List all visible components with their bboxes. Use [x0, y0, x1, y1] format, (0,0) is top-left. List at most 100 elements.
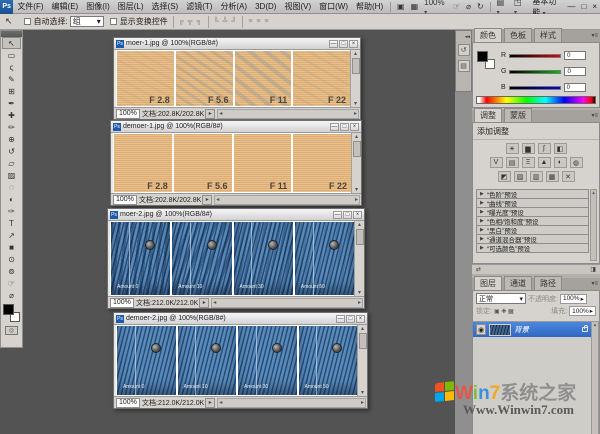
- minimize-button[interactable]: —: [329, 40, 338, 48]
- tab-adjustments[interactable]: 调整: [474, 108, 502, 122]
- layer-thumbnail[interactable]: [489, 324, 511, 336]
- path-select-tool[interactable]: ↗: [2, 229, 21, 241]
- dodge-tool[interactable]: ◐: [2, 193, 21, 205]
- menu-file[interactable]: 文件(F): [13, 1, 47, 12]
- 3d-orbit-tool[interactable]: ⊚: [2, 265, 21, 277]
- status-proxy-button[interactable]: ▸: [202, 195, 212, 205]
- preset-selective-color[interactable]: ▶“可选颜色”预设: [476, 243, 589, 253]
- green-slider[interactable]: [509, 70, 561, 74]
- photo-filter-icon[interactable]: ◐: [554, 157, 567, 168]
- scroll-thumb[interactable]: [353, 141, 361, 157]
- document-window-demoer-2[interactable]: Ps demoer-2.jpg @ 100%(RGB/8#) — □ × Amo…: [113, 312, 368, 409]
- status-proxy-button[interactable]: ▸: [205, 109, 215, 119]
- close-button[interactable]: ×: [353, 211, 362, 219]
- minimize-button[interactable]: —: [336, 315, 345, 323]
- restore-button[interactable]: □: [339, 40, 348, 48]
- black-white-icon[interactable]: ▲: [538, 157, 551, 168]
- history-panel-icon[interactable]: ↺: [458, 44, 470, 56]
- tab-masks[interactable]: 蒙版: [504, 108, 532, 122]
- red-slider[interactable]: [509, 54, 561, 58]
- selective-color-icon[interactable]: ✕: [562, 171, 575, 182]
- panel-menu-icon[interactable]: ▾≡: [591, 112, 598, 119]
- shape-tool[interactable]: ■: [2, 241, 21, 253]
- restore-button[interactable]: □: [340, 123, 349, 131]
- vertical-scrollbar[interactable]: ▴▾: [351, 133, 361, 193]
- foreground-color-swatch[interactable]: [3, 304, 14, 315]
- tab-channels[interactable]: 通道: [504, 276, 532, 290]
- collapsed-panel-icon[interactable]: ▤: [458, 60, 470, 72]
- zoom-percent-field[interactable]: 100%: [113, 195, 137, 205]
- channel-mixer-icon[interactable]: ◍: [570, 157, 583, 168]
- tab-paths[interactable]: 路径: [534, 276, 562, 290]
- tab-swatches[interactable]: 色板: [504, 28, 532, 42]
- move-tool-preset-icon[interactable]: ↖: [0, 16, 18, 27]
- lock-icons[interactable]: ▣ ✚ ▦: [494, 308, 514, 315]
- tab-styles[interactable]: 样式: [534, 28, 562, 42]
- auto-select-checkbox[interactable]: [24, 18, 31, 25]
- switch-panel-icon[interactable]: ⇄: [476, 266, 481, 273]
- brightness-contrast-icon[interactable]: ☀: [506, 143, 519, 154]
- layer-name[interactable]: 背景: [514, 324, 529, 335]
- auto-select-dropdown[interactable]: 组▾: [70, 16, 104, 27]
- vertical-scrollbar[interactable]: ▴▾: [354, 221, 364, 296]
- foreground-color-swatch[interactable]: [477, 51, 488, 62]
- horizontal-scrollbar[interactable]: ◂▸: [217, 398, 366, 408]
- menu-3d[interactable]: 3D(D): [251, 2, 280, 11]
- close-button[interactable]: ×: [589, 2, 600, 11]
- document-window-moer-2[interactable]: Ps moer-2.jpg @ 100%(RGB/8#) — □ × Amoun…: [107, 208, 365, 309]
- horizontal-scrollbar[interactable]: ◂▸: [211, 298, 363, 308]
- gradient-tool[interactable]: ▨: [2, 169, 21, 181]
- gradient-map-icon[interactable]: ▦: [546, 171, 559, 182]
- hue-saturation-icon[interactable]: ▤: [506, 157, 519, 168]
- minimize-button[interactable]: —: [564, 2, 578, 11]
- 3d-rotate-tool[interactable]: ⊙: [2, 253, 21, 265]
- status-proxy-button[interactable]: ▸: [205, 398, 215, 408]
- menu-analysis[interactable]: 分析(A): [216, 1, 251, 12]
- document-window-moer-1[interactable]: Ps moer-1.jpg @ 100%(RGB/8#) — □ × F 2.8…: [113, 37, 361, 120]
- status-proxy-button[interactable]: ▸: [199, 298, 209, 308]
- levels-icon[interactable]: ▆: [522, 143, 535, 154]
- window-title-bar[interactable]: Ps moer-1.jpg @ 100%(RGB/8#) — □ ×: [114, 38, 360, 50]
- zoom-tool-icon[interactable]: ⌀: [463, 2, 474, 11]
- close-button[interactable]: ×: [350, 123, 359, 131]
- hand-tool-icon[interactable]: ☞: [450, 2, 463, 11]
- marquee-tool[interactable]: ▭: [2, 49, 21, 61]
- preset-scrollbar[interactable]: ▴: [590, 189, 597, 261]
- eraser-tool[interactable]: ▱: [2, 157, 21, 169]
- threshold-icon[interactable]: ▥: [530, 171, 543, 182]
- history-brush-tool[interactable]: ↺: [2, 145, 21, 157]
- clone-stamp-tool[interactable]: ⊕: [2, 133, 21, 145]
- window-title-bar[interactable]: Ps demoer-2.jpg @ 100%(RGB/8#) — □ ×: [114, 313, 367, 325]
- panel-menu-icon[interactable]: ▾≡: [591, 280, 598, 287]
- visibility-eye-icon[interactable]: ◉: [476, 324, 486, 335]
- scroll-thumb[interactable]: [356, 229, 364, 245]
- window-title-bar[interactable]: Ps demoer-1.jpg @ 100%(RGB/8#) — □ ×: [111, 121, 361, 133]
- close-button[interactable]: ×: [356, 315, 365, 323]
- blur-tool[interactable]: ◌: [2, 181, 21, 193]
- menu-view[interactable]: 视图(V): [280, 1, 315, 12]
- opacity-field[interactable]: 100%▸: [560, 294, 587, 304]
- panel-menu-icon[interactable]: ▾≡: [591, 32, 598, 39]
- posterize-icon[interactable]: ▧: [514, 171, 527, 182]
- minimize-button[interactable]: —: [333, 211, 342, 219]
- horizontal-scrollbar[interactable]: ◂▸: [217, 109, 359, 119]
- color-balance-icon[interactable]: Ξ: [522, 157, 535, 168]
- fill-field[interactable]: 100%▸: [569, 306, 596, 316]
- pen-tool[interactable]: ✑: [2, 205, 21, 217]
- move-tool[interactable]: ↖: [2, 37, 21, 49]
- quick-select-tool[interactable]: ✎: [2, 73, 21, 85]
- eyedropper-tool[interactable]: ✒: [2, 97, 21, 109]
- zoom-percent-field[interactable]: 100%: [110, 298, 134, 308]
- rotate-view-icon[interactable]: ↻: [474, 2, 487, 11]
- blue-slider[interactable]: [509, 86, 561, 90]
- restore-button[interactable]: □: [346, 315, 355, 323]
- expanded-view-icon[interactable]: ◨: [590, 266, 596, 273]
- blend-mode-dropdown[interactable]: 正常▾: [476, 293, 526, 304]
- vertical-scrollbar[interactable]: ▴▾: [350, 50, 360, 107]
- show-transform-checkbox[interactable]: [110, 18, 117, 25]
- blue-value-field[interactable]: 0: [564, 83, 586, 92]
- vertical-scrollbar[interactable]: ▴▾: [357, 325, 367, 396]
- hand-tool[interactable]: ☞: [2, 277, 21, 289]
- zoom-tool[interactable]: ⌀: [2, 289, 21, 301]
- window-title-bar[interactable]: Ps moer-2.jpg @ 100%(RGB/8#) — □ ×: [108, 209, 364, 221]
